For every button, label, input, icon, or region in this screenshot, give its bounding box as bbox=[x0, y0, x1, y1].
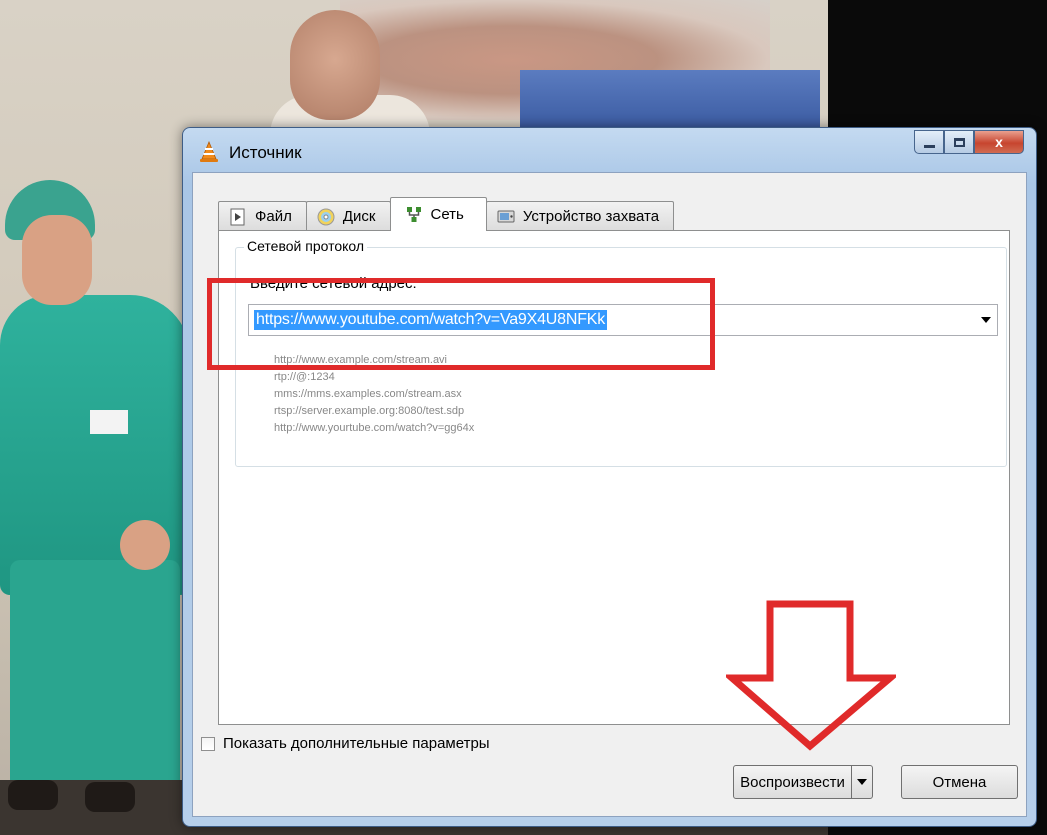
tab-disc-label: Диск bbox=[342, 208, 376, 225]
tab-disc[interactable]: Диск bbox=[305, 201, 391, 231]
play-split-button: Воспроизвести bbox=[733, 765, 873, 799]
annotation-highlight-box bbox=[207, 278, 715, 370]
file-play-icon bbox=[230, 208, 245, 225]
show-more-label: Показать дополнительные параметры bbox=[223, 735, 490, 752]
open-source-dialog: Источник x Файл Диск Сеть Устройство зах… bbox=[182, 127, 1037, 827]
annotation-down-arrow-icon bbox=[726, 600, 896, 751]
maximize-icon bbox=[953, 137, 965, 147]
video-doctor-hand bbox=[120, 520, 170, 570]
video-doctor-face bbox=[22, 215, 92, 305]
example-line: rtsp://server.example.org:8080/test.sdp bbox=[274, 405, 465, 417]
window-title: Источник bbox=[229, 143, 302, 162]
network-icon bbox=[406, 206, 421, 222]
close-icon: x bbox=[995, 134, 1003, 150]
vlc-cone-icon bbox=[200, 141, 218, 162]
video-shoe-right bbox=[85, 782, 135, 812]
video-person-head bbox=[290, 10, 380, 120]
cancel-button[interactable]: Отмена bbox=[901, 765, 1018, 799]
example-line: rtp://@:1234 bbox=[274, 371, 335, 383]
chevron-down-icon bbox=[857, 779, 867, 785]
dropdown-arrow-icon[interactable] bbox=[981, 317, 991, 323]
source-tabs: Файл Диск Сеть Устройство захвата bbox=[218, 197, 675, 231]
video-shoe-left bbox=[8, 780, 58, 810]
tab-file[interactable]: Файл bbox=[218, 201, 307, 231]
minimize-icon bbox=[923, 144, 935, 148]
dialog-client-area: Файл Диск Сеть Устройство захвата Сетево… bbox=[192, 172, 1027, 817]
close-button[interactable]: x bbox=[974, 130, 1024, 154]
video-doctor-legs bbox=[10, 560, 180, 790]
play-dropdown-button[interactable] bbox=[852, 766, 872, 798]
group-title: Сетевой протокол bbox=[244, 238, 368, 254]
disc-icon bbox=[317, 208, 335, 225]
capture-device-icon bbox=[497, 210, 515, 222]
caption-buttons: x bbox=[914, 130, 1024, 156]
tab-file-label: Файл bbox=[255, 208, 292, 225]
show-more-options[interactable]: Показать дополнительные параметры bbox=[201, 735, 490, 752]
title-bar[interactable]: Источник x bbox=[183, 128, 1036, 172]
tab-capture-device[interactable]: Устройство захвата bbox=[485, 201, 675, 231]
tab-network-label: Сеть bbox=[430, 206, 464, 223]
minimize-button[interactable] bbox=[914, 130, 944, 154]
tab-network[interactable]: Сеть bbox=[389, 197, 487, 231]
example-line: mms://mms.examples.com/stream.asx bbox=[274, 388, 462, 400]
show-more-checkbox[interactable] bbox=[201, 736, 215, 751]
video-doctor-badge bbox=[90, 410, 128, 434]
example-line: http://www.yourtube.com/watch?v=gg64x bbox=[274, 422, 475, 434]
play-button[interactable]: Воспроизвести bbox=[734, 766, 852, 798]
maximize-button[interactable] bbox=[944, 130, 974, 154]
tab-capture-device-label: Устройство захвата bbox=[522, 208, 660, 225]
